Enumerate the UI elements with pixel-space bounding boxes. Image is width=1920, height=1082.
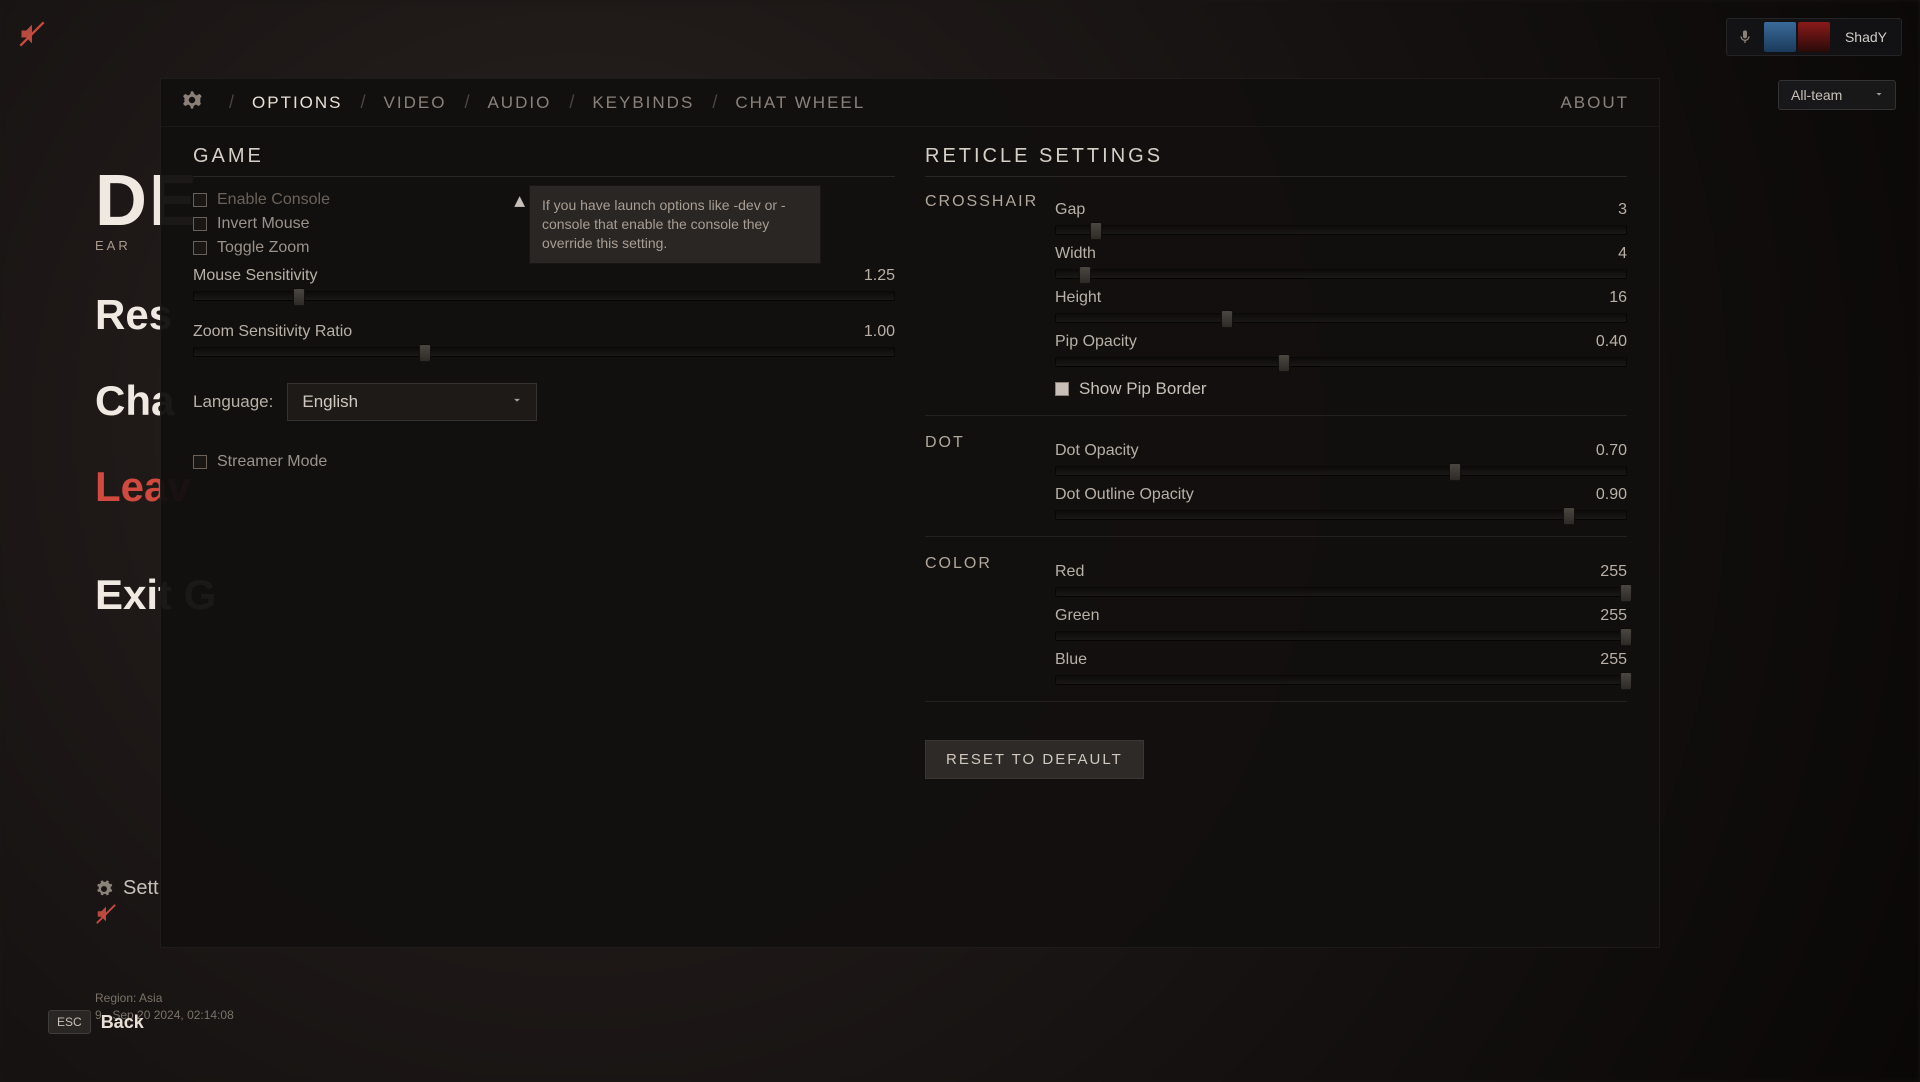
section-game: GAME xyxy=(193,145,895,177)
language-select[interactable]: English xyxy=(287,383,537,421)
tab-about[interactable]: ABOUT xyxy=(1548,93,1641,113)
check-show-pip-border[interactable]: Show Pip Border xyxy=(1055,379,1627,399)
tab-video[interactable]: VIDEO xyxy=(372,93,459,113)
slider-dot-outline-opacity[interactable]: Dot Outline Opacity0.90 xyxy=(1055,486,1627,520)
check-enable-console[interactable]: Enable Console ◀ If you have launch opti… xyxy=(193,191,895,209)
tab-keybinds[interactable]: KEYBINDS xyxy=(580,93,706,113)
game-column: GAME Enable Console ◀ If you have launch… xyxy=(193,145,895,947)
slider-red[interactable]: Red255 xyxy=(1055,563,1627,597)
esc-key: ESC xyxy=(48,1010,91,1034)
mic-icon[interactable] xyxy=(1727,29,1763,45)
tab-audio[interactable]: AUDIO xyxy=(475,93,563,113)
tab-options[interactable]: OPTIONS xyxy=(240,93,355,113)
chevron-down-icon xyxy=(1873,87,1885,103)
tooltip: If you have launch options like -dev or … xyxy=(529,185,821,264)
tooltip-arrow-icon: ◀ xyxy=(512,196,529,207)
team-select[interactable]: All-team xyxy=(1778,80,1896,110)
mute-icon[interactable] xyxy=(18,20,46,53)
slider-gap[interactable]: Gap3 xyxy=(1055,201,1627,235)
avatar-1 xyxy=(1764,22,1796,52)
back-button[interactable]: ESC Back xyxy=(48,1010,144,1034)
reset-to-default-button[interactable]: RESET TO DEFAULT xyxy=(925,740,1144,779)
avatar-2 xyxy=(1798,22,1830,52)
slider-height[interactable]: Height16 xyxy=(1055,289,1627,323)
slider-width[interactable]: Width4 xyxy=(1055,245,1627,279)
slider-zoom-sensitivity[interactable]: Zoom Sensitivity Ratio 1.00 xyxy=(193,323,895,357)
tab-chat-wheel[interactable]: CHAT WHEEL xyxy=(723,93,877,113)
slider-blue[interactable]: Blue255 xyxy=(1055,651,1627,685)
slider-mouse-sensitivity[interactable]: Mouse Sensitivity 1.25 xyxy=(193,267,895,301)
label-color: COLOR xyxy=(925,553,1055,685)
settings-panel: /OPTIONS /VIDEO /AUDIO /KEYBINDS /CHAT W… xyxy=(160,78,1660,948)
label-crosshair: CROSSHAIR xyxy=(925,191,1055,399)
reticle-column: RETICLE SETTINGS CROSSHAIR Gap3 Width4 H… xyxy=(925,145,1627,947)
section-reticle: RETICLE SETTINGS xyxy=(925,145,1627,177)
menu-settings[interactable]: Sett xyxy=(95,877,159,900)
slider-green[interactable]: Green255 xyxy=(1055,607,1627,641)
language-row: Language: English xyxy=(193,383,895,421)
chevron-down-icon xyxy=(510,392,524,412)
mute-icon-2[interactable] xyxy=(95,903,117,930)
slider-pip-opacity[interactable]: Pip Opacity0.40 xyxy=(1055,333,1627,367)
check-streamer-mode[interactable]: Streamer Mode xyxy=(193,453,895,471)
gear-icon xyxy=(179,87,205,118)
team-select-value: All-team xyxy=(1791,87,1842,103)
slider-dot-opacity[interactable]: Dot Opacity0.70 xyxy=(1055,442,1627,476)
player-bar: ShadY xyxy=(1726,18,1902,56)
gear-icon xyxy=(95,880,113,898)
label-dot: DOT xyxy=(925,432,1055,520)
settings-tabs: /OPTIONS /VIDEO /AUDIO /KEYBINDS /CHAT W… xyxy=(161,79,1659,127)
player-name: ShadY xyxy=(1831,29,1901,45)
